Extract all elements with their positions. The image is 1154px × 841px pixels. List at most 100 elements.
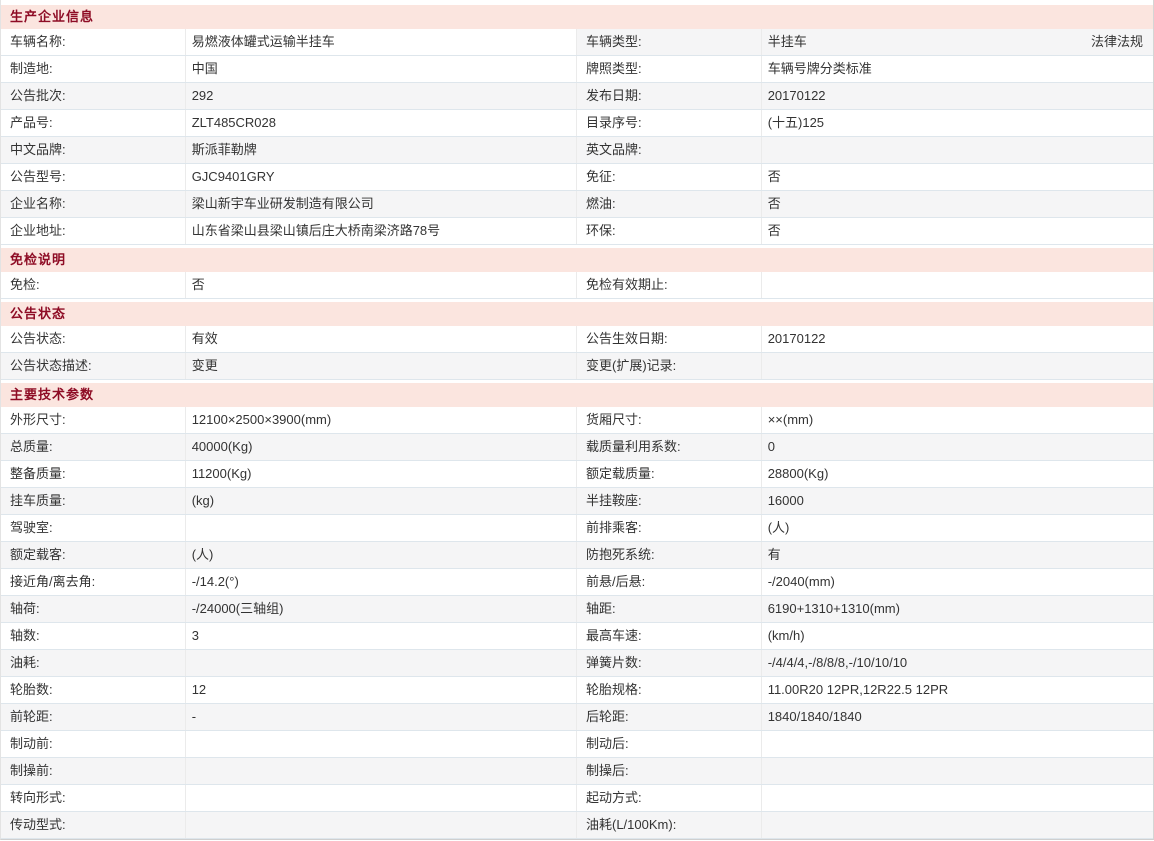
field-value-text: 3	[192, 628, 199, 643]
field-label: 公告型号:	[1, 164, 186, 190]
field-value: ZLT485CR028	[186, 110, 577, 136]
table-row: 整备质量:11200(Kg)额定载质量:28800(Kg)	[1, 461, 1153, 488]
table-row: 轴数: 3 最高车速: (km/h)	[1, 623, 1153, 650]
field-label: 挂车质量:	[1, 488, 186, 514]
field-value-text: 11.00R20 12PR,12R22.5 12PR	[768, 677, 948, 703]
table-row: 企业名称:梁山新宇车业研发制造有限公司燃油:否	[1, 191, 1153, 218]
field-label: 目录序号:	[577, 110, 762, 136]
field-label-text: 最高车速:	[586, 628, 642, 643]
field-label-text: 传动型式:	[10, 817, 66, 832]
field-label: 变更(扩展)记录:	[577, 353, 762, 379]
field-value	[186, 812, 577, 838]
field-value	[762, 785, 1153, 811]
field-label: 总质量:	[1, 434, 186, 460]
field-label: 公告状态描述:	[1, 353, 186, 379]
legal-regulations-link[interactable]: 法律法规	[1091, 29, 1153, 55]
field-label: 车辆名称:	[1, 29, 186, 55]
table-row: 油耗:弹簧片数:-/4/4/4,-/8/8/8,-/10/10/10	[1, 650, 1153, 677]
field-label: 油耗:	[1, 650, 186, 676]
field-label: 驾驶室:	[1, 515, 186, 541]
field-label-text: 产品号:	[10, 115, 53, 130]
field-value	[762, 137, 1153, 163]
field-label: 轮胎规格:	[577, 677, 762, 703]
section: 公告状态公告状态:有效公告生效日期:20170122公告状态描述:变更变更(扩展…	[1, 302, 1153, 380]
field-label-text: 免检:	[10, 277, 40, 292]
field-value: 292	[186, 83, 577, 109]
field-label-text: 载质量利用系数:	[586, 439, 681, 454]
field-value-text: 1840/1840/1840	[768, 704, 862, 730]
field-value: 否	[186, 272, 577, 298]
table-row: 制操前: 制操后:	[1, 758, 1153, 785]
field-value	[762, 272, 1153, 298]
field-value: -	[186, 704, 577, 730]
table-row: 转向形式:起动方式:	[1, 785, 1153, 812]
field-label-text: 公告状态描述:	[10, 358, 92, 373]
field-value-text: -/14.2(°)	[192, 574, 239, 589]
field-value-text: -/4/4/4,-/8/8/8,-/10/10/10	[768, 650, 907, 676]
field-label: 前轮距:	[1, 704, 186, 730]
field-value: 山东省梁山县梁山镇后庄大桥南梁济路78号	[186, 218, 577, 244]
field-label: 轮胎数:	[1, 677, 186, 703]
field-value	[186, 731, 577, 757]
field-value-text: 6190+1310+1310(mm)	[768, 596, 900, 622]
field-value-text: 半挂车	[768, 29, 807, 55]
field-value-text: GJC9401GRY	[192, 169, 275, 184]
field-label-text: 企业地址:	[10, 223, 66, 238]
field-label: 起动方式:	[577, 785, 762, 811]
field-value-text: 变更	[192, 358, 218, 373]
field-value: 20170122	[762, 326, 1153, 352]
field-label: 发布日期:	[577, 83, 762, 109]
field-value-text: 否	[768, 218, 781, 244]
field-label: 前排乘客:	[577, 515, 762, 541]
field-value-text: (十五)125	[768, 110, 824, 136]
field-label: 接近角/离去角:	[1, 569, 186, 595]
field-value: (km/h)	[762, 623, 1153, 649]
field-label: 制造地:	[1, 56, 186, 82]
field-label: 企业地址:	[1, 218, 186, 244]
section-header: 主要技术参数	[1, 383, 1153, 407]
field-value: GJC9401GRY	[186, 164, 577, 190]
field-label: 燃油:	[577, 191, 762, 217]
section-header: 公告状态	[1, 302, 1153, 326]
field-value: 20170122	[762, 83, 1153, 109]
field-value-text: ZLT485CR028	[192, 115, 276, 130]
field-label: 制动前:	[1, 731, 186, 757]
field-label: 牌照类型:	[577, 56, 762, 82]
field-label-text: 发布日期:	[586, 88, 642, 103]
field-label: 半挂鞍座:	[577, 488, 762, 514]
field-label: 制操前:	[1, 758, 186, 784]
field-label: 制动后:	[577, 731, 762, 757]
field-label-text: 驾驶室:	[10, 520, 53, 535]
field-label: 中文品牌:	[1, 137, 186, 163]
field-label: 轴距:	[577, 596, 762, 622]
field-value	[186, 785, 577, 811]
field-value-text: 12100×2500×3900(mm)	[192, 412, 332, 427]
table-row: 接近角/离去角:-/14.2(°)前悬/后悬:-/2040(mm)	[1, 569, 1153, 596]
field-value: 6190+1310+1310(mm)	[762, 596, 1153, 622]
table-row: 前轮距: -后轮距:1840/1840/1840	[1, 704, 1153, 731]
field-label: 外形尺寸:	[1, 407, 186, 433]
field-value-text: 斯派菲勒牌	[192, 142, 257, 157]
table-row: 车辆名称:易燃液体罐式运输半挂车车辆类型:半挂车法律法规	[1, 29, 1153, 56]
table-row: 轮胎数:12轮胎规格:11.00R20 12PR,12R22.5 12PR	[1, 677, 1153, 704]
field-label: 后轮距:	[577, 704, 762, 730]
field-label: 免征:	[577, 164, 762, 190]
field-value	[186, 650, 577, 676]
field-value-text: 20170122	[768, 326, 826, 352]
table-row: 产品号: ZLT485CR028 目录序号:(十五)125	[1, 110, 1153, 137]
table-row: 外形尺寸:12100×2500×3900(mm)货厢尺寸:××(mm)	[1, 407, 1153, 434]
field-label: 企业名称:	[1, 191, 186, 217]
field-value: 28800(Kg)	[762, 461, 1153, 487]
field-value: 半挂车 法律法规	[762, 29, 1153, 55]
table-row: 免检:否免检有效期止:	[1, 272, 1153, 299]
field-value-text: 28800(Kg)	[768, 461, 829, 487]
field-value-text: (kg)	[192, 493, 214, 508]
field-label-text: 前轮距:	[10, 709, 53, 724]
field-value	[762, 731, 1153, 757]
field-value-text: 有	[768, 542, 781, 568]
field-label: 轴数:	[1, 623, 186, 649]
field-label-text: 防抱死系统:	[586, 547, 655, 562]
field-label-text: 制操后:	[586, 763, 629, 778]
field-value: 12	[186, 677, 577, 703]
field-value: (人)	[762, 515, 1153, 541]
